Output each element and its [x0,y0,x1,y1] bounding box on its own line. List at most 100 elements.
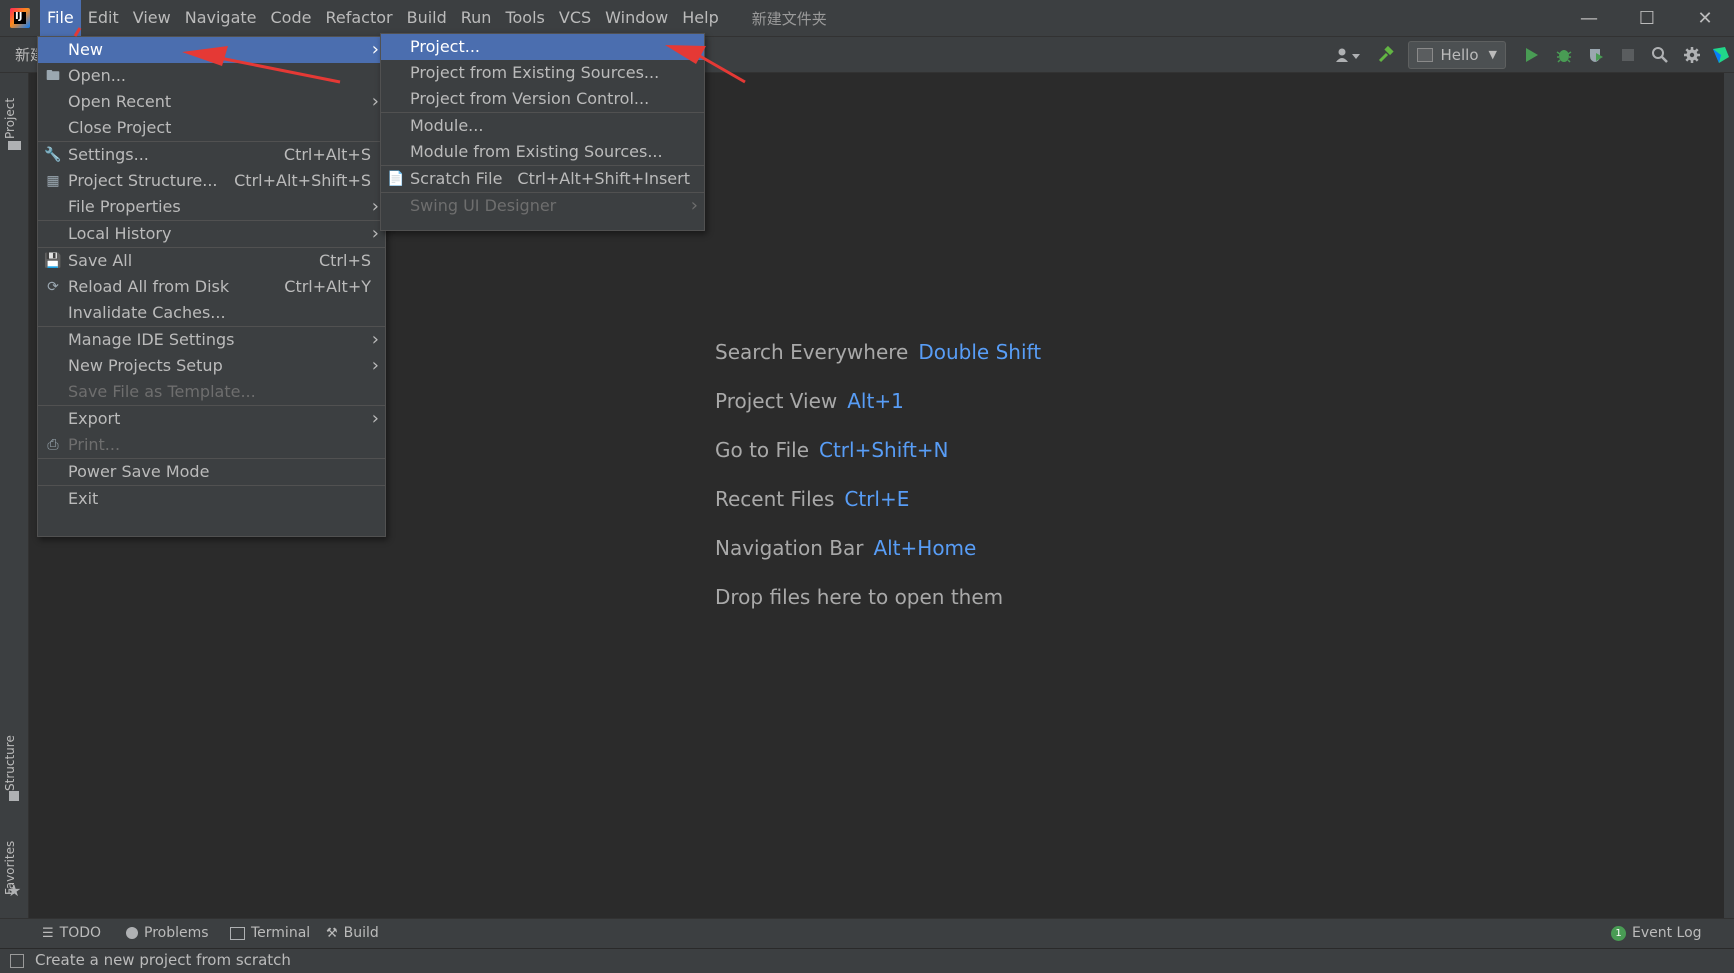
file-menu-item-print: ⎙ Print... [38,432,385,458]
menu-view[interactable]: View [126,0,178,36]
minimize-button[interactable]: — [1560,0,1618,36]
menu-item-label: Project from Existing Sources... [410,63,660,82]
menu-item-label: Module from Existing Sources... [410,142,663,161]
menu-help[interactable]: Help [675,0,725,36]
chevron-right-icon: › [371,196,379,217]
project-structure-icon: ▦ [46,173,60,189]
menu-item-label: Save File as Template... [68,382,256,401]
menu-item-label: Swing UI Designer [410,196,557,215]
menu-item-label: Invalidate Caches... [68,303,226,322]
menu-refactor[interactable]: Refactor [318,0,399,36]
file-menu-item-file-properties[interactable]: File Properties › [38,194,385,220]
hammer-icon[interactable] [1370,37,1402,72]
menu-item-label: Project from Version Control... [410,89,650,108]
chevron-right-icon: › [690,195,698,216]
gear-icon[interactable] [1676,37,1708,72]
menu-tools[interactable]: Tools [498,0,551,36]
intellij-logo-icon: IJ [10,8,30,28]
wrench-icon: 🔧 [44,147,62,163]
menu-item-label: Close Project [68,118,172,137]
status-toggle-icon[interactable] [10,954,24,968]
file-menu-item-close-project[interactable]: Close Project [38,115,385,141]
close-button[interactable]: ✕ [1676,0,1734,36]
chevron-right-icon: › [371,91,379,112]
window-controls: — ☐ ✕ [1560,0,1734,36]
new-menu-item-project-from-existing-sources[interactable]: Project from Existing Sources... [381,60,704,86]
user-icon[interactable] [1326,37,1370,72]
menu-bar: File Edit View Navigate Code Refactor Bu… [40,0,726,36]
maximize-button[interactable]: ☐ [1618,0,1676,36]
new-menu-item-project-from-version-control[interactable]: Project from Version Control... [381,86,704,112]
app-config-icon [1416,47,1433,62]
hint-drop-files: Drop files here to open them [715,585,1004,609]
menu-code[interactable]: Code [264,0,319,36]
menu-item-shortcut: Ctrl+Alt+Y [284,277,371,296]
structure-tool-tab[interactable]: Structure [3,721,17,791]
menu-item-label: Settings... [68,145,149,164]
file-menu-item-exit[interactable]: Exit [38,486,385,512]
file-menu-item-power-save-mode[interactable]: Power Save Mode [38,459,385,485]
title-bar: IJ File Edit View Navigate Code Refactor… [0,0,1734,37]
new-menu-item-module-from-existing-sources[interactable]: Module from Existing Sources... [381,139,704,165]
file-menu-item-export[interactable]: Export › [38,406,385,432]
file-menu-item-invalidate-caches[interactable]: Invalidate Caches... [38,300,385,326]
menu-item-label: Open Recent [68,92,172,111]
file-menu-item-save-all[interactable]: 💾 Save All Ctrl+S [38,248,385,274]
menu-run[interactable]: Run [454,0,499,36]
search-icon[interactable] [1644,37,1676,72]
chevron-down-icon: ▼ [1488,48,1497,61]
event-log-button[interactable]: 1 Event Log [1611,925,1702,941]
save-icon: 💾 [44,253,62,269]
project-tool-tab[interactable]: Project [3,79,17,139]
file-menu-item-open[interactable]: 🖿 Open... [38,63,385,89]
status-bar: Create a new project from scratch [0,948,1734,973]
menu-item-label: Save All [68,251,133,270]
file-menu-item-settings[interactable]: 🔧 Settings... Ctrl+Alt+S [38,142,385,168]
file-menu-item-manage-ide-settings[interactable]: Manage IDE Settings › [38,327,385,353]
menu-edit[interactable]: Edit [81,0,126,36]
menu-item-label: Export [68,409,121,428]
file-menu-item-new[interactable]: New › [38,37,385,63]
menu-item-label: New [68,40,103,59]
print-icon: ⎙ [47,437,59,453]
stop-icon[interactable] [1612,37,1644,72]
event-count-badge: 1 [1611,925,1626,941]
file-menu-item-reload-all-from-disk[interactable]: ⟳ Reload All from Disk Ctrl+Alt+Y [38,274,385,300]
hint-recent-files: Recent Files Ctrl+E [715,487,910,511]
coverage-icon[interactable] [1580,37,1612,72]
structure-icon [9,791,19,801]
menu-item-label: Project Structure... [68,171,218,190]
hint-search-everywhere: Search Everywhere Double Shift [715,340,1042,364]
file-menu-item-local-history[interactable]: Local History › [38,221,385,247]
chevron-right-icon: › [371,408,379,429]
menu-file[interactable]: File [40,0,81,36]
menu-window[interactable]: Window [598,0,675,36]
status-text: Create a new project from scratch [35,951,291,969]
run-config-selector[interactable]: Hello ▼ [1407,40,1506,69]
menu-vcs[interactable]: VCS [552,0,598,36]
menu-item-label: Local History [68,224,172,243]
hint-navigation-bar: Navigation Bar Alt+Home [715,536,977,560]
logo-icon[interactable] [1708,37,1734,72]
chevron-right-icon: › [371,39,379,60]
menu-navigate[interactable]: Navigate [178,0,264,36]
file-menu-item-project-structure[interactable]: ▦ Project Structure... Ctrl+Alt+Shift+S [38,168,385,194]
new-menu-item-module[interactable]: Module... [381,113,704,139]
bottom-tool-bar: ☰ TODO Problems Terminal ⚒ Build 1 Event Lo… [0,918,1734,949]
run-icon[interactable] [1516,37,1548,72]
menu-build[interactable]: Build [400,0,454,36]
file-menu-item-open-recent[interactable]: Open Recent › [38,89,385,115]
terminal-tool-button[interactable]: Terminal [230,925,310,941]
menu-item-label: File Properties [68,197,181,216]
menu-item-shortcut: Ctrl+Alt+S [283,145,371,164]
build-tool-button[interactable]: ⚒ Build [326,925,379,941]
new-menu-item-project[interactable]: Project... [381,34,704,60]
file-menu-item-new-projects-setup[interactable]: New Projects Setup › [38,353,385,379]
todo-tool-button[interactable]: ☰ TODO [42,925,101,941]
menu-item-label: Project... [410,37,480,56]
new-menu-item-scratch-file[interactable]: 📄 Scratch File Ctrl+Alt+Shift+Insert [381,166,704,192]
menu-item-shortcut: Ctrl+Alt+Shift+S [234,171,371,190]
problems-tool-button[interactable]: Problems [126,925,209,941]
debug-icon[interactable] [1548,37,1580,72]
new-menu-item-swing-ui-designer: Swing UI Designer › [381,193,704,219]
